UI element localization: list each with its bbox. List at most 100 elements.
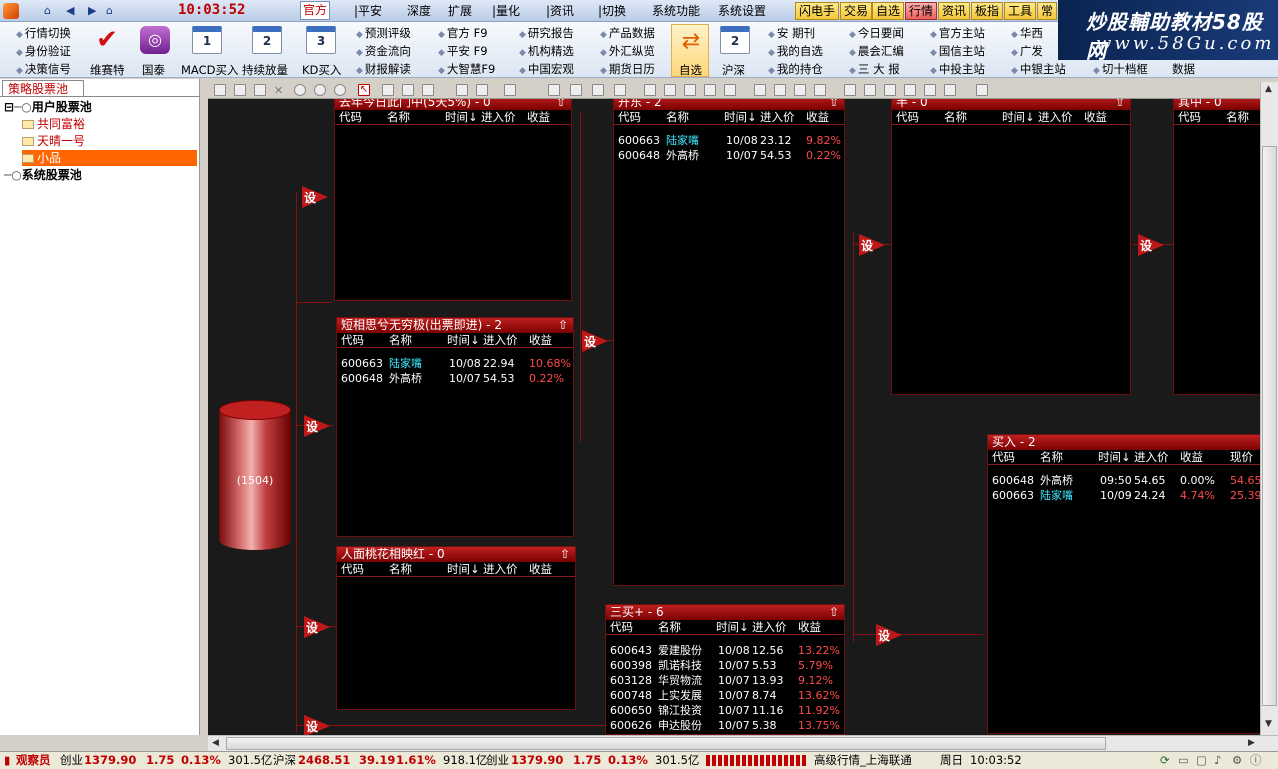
monitor-icon[interactable]: ▭ bbox=[1178, 752, 1189, 769]
toolbar-research-report[interactable]: ◆ 研究报告 bbox=[519, 25, 574, 41]
diamond-tool-icon[interactable] bbox=[614, 84, 626, 96]
table-row[interactable]: 600648 外高桥 09:50 54.65 0.00% 54.65 bbox=[988, 473, 1260, 488]
sound-icon[interactable]: ♪ bbox=[1214, 752, 1221, 769]
scroll-right-icon[interactable]: ▶ bbox=[1248, 738, 1255, 748]
table-row[interactable]: 600626 申达股份 10/07 5.38 13.75% bbox=[606, 718, 844, 733]
align-icon[interactable] bbox=[704, 84, 716, 96]
toolbar-today-news[interactable]: ◆ 今日要闻 bbox=[849, 25, 904, 41]
tool-icon[interactable] bbox=[422, 84, 434, 96]
status-index-name[interactable]: 创业 bbox=[486, 752, 509, 769]
align-icon[interactable] bbox=[644, 84, 656, 96]
pool-p6[interactable]: 半 - 0 ⇧ 代码 名称 时间↓ 进入价 收益 bbox=[891, 94, 1131, 395]
settings-flag[interactable]: 设 bbox=[302, 186, 328, 208]
toolbar-fund-flow[interactable]: ◆ 资金流向 bbox=[356, 43, 411, 59]
settings-flag[interactable]: 设 bbox=[876, 624, 902, 646]
toolbar-morning-meeting[interactable]: ◆ 晨会汇编 bbox=[849, 43, 904, 59]
stop-icon[interactable] bbox=[334, 84, 346, 96]
check-icon[interactable]: ✔ bbox=[92, 26, 122, 54]
menu-system-function[interactable]: 系统功能 bbox=[650, 3, 702, 19]
settings-flag[interactable]: 设 bbox=[304, 616, 330, 638]
toolbar-my-holdings[interactable]: ◆ 我的持仓 bbox=[768, 61, 823, 77]
table-row[interactable]: 600398 凯诺科技 10/07 5.53 5.79% bbox=[606, 658, 844, 673]
menu-guanfang[interactable]: 官方 bbox=[300, 1, 331, 20]
tree-item-common-prosperity[interactable]: 共同富裕 bbox=[22, 116, 85, 132]
toolbar-my-watchlist[interactable]: ◆ 我的自选 bbox=[768, 43, 823, 59]
rect-tool-icon[interactable] bbox=[570, 84, 582, 96]
pool-p2[interactable]: 短相思兮无穷极(出票即进) - 2 ⇧ 代码 名称 时间↓ 进入价 收益 600663 陆家… bbox=[336, 317, 574, 537]
distribute-icon[interactable] bbox=[774, 84, 786, 96]
vertical-scrollbar[interactable]: ▲ ▼ bbox=[1260, 82, 1278, 735]
scroll-down-icon[interactable]: ▼ bbox=[1265, 719, 1272, 729]
print-icon[interactable] bbox=[976, 84, 988, 96]
home-page-icon[interactable]: ⌂ bbox=[106, 3, 113, 19]
tab-watchlist[interactable]: 自选 bbox=[872, 2, 905, 20]
menu-system-settings[interactable]: 系统设置 bbox=[716, 3, 768, 19]
calendar-hushen-icon[interactable]: 2 bbox=[720, 26, 750, 54]
save-icon[interactable] bbox=[254, 84, 266, 96]
toolbar-decision-signal[interactable]: ◆ 决策信号 bbox=[16, 61, 71, 77]
scroll-up-icon[interactable]: ▲ bbox=[1265, 84, 1272, 94]
table-row[interactable]: 600650 锦江投资 10/07 11.16 11.92% bbox=[606, 703, 844, 718]
target-icon[interactable]: ◎ bbox=[140, 26, 170, 54]
tool-icon[interactable] bbox=[382, 84, 394, 96]
pool-p4[interactable]: 开东 - 2 ⇧ 代码 名称 时间↓ 进入价 收益 600663 陆家嘴 10/08 23.12… bbox=[613, 94, 845, 586]
table-row[interactable]: 600663 陆家嘴 10/08 22.94 10.68% bbox=[337, 356, 573, 371]
status-index-name[interactable]: 创业 bbox=[60, 752, 83, 769]
toolbar-china-macro[interactable]: ◆ 中国宏观 bbox=[519, 61, 574, 77]
calendar-3-icon[interactable]: 3 bbox=[306, 26, 336, 54]
stock-pool-cylinder[interactable]: (1504) bbox=[219, 400, 291, 560]
up-arrow-icon[interactable]: ⇧ bbox=[560, 547, 570, 562]
tree-system-pool[interactable]: ─○系统股票池 bbox=[4, 167, 82, 183]
pool-p5[interactable]: 三买+ - 6 ⇧ 代码 名称 时间↓ 进入价 收益 600643 爱建股份 10/08 12.… bbox=[605, 604, 845, 735]
panel-splitter[interactable] bbox=[200, 79, 208, 735]
tool-icon[interactable] bbox=[476, 84, 488, 96]
table-row[interactable]: 600648 外高桥 10/07 54.53 0.22% bbox=[614, 148, 844, 163]
pool-p8[interactable]: 其中 - 0 代码 名称 bbox=[1173, 94, 1260, 395]
tab-sectors[interactable]: 板指 bbox=[971, 2, 1004, 20]
arrow-tool-icon[interactable] bbox=[456, 84, 468, 96]
toolbar-official-site[interactable]: ◆ 官方主站 bbox=[930, 25, 985, 41]
vertical-scroll-thumb[interactable] bbox=[1262, 146, 1277, 706]
tree-item-xiaopin[interactable]: 小品 bbox=[22, 150, 197, 166]
toolbar-id-verify[interactable]: ◆ 身份验证 bbox=[16, 43, 71, 59]
settings-flag[interactable]: 设 bbox=[582, 330, 608, 352]
distribute-icon[interactable] bbox=[794, 84, 806, 96]
toolbar-zhongtou-site[interactable]: ◆ 中投主站 bbox=[930, 61, 985, 77]
toolbar-an-journal[interactable]: ◆ 安 期刊 bbox=[768, 25, 815, 41]
tab-flash-trade[interactable]: 闪电手 bbox=[795, 2, 840, 20]
tool-icon[interactable] bbox=[504, 84, 516, 96]
play-icon[interactable] bbox=[294, 84, 306, 96]
tree-expand-icon[interactable]: ⊟ bbox=[4, 100, 14, 114]
menu-kuozhan[interactable]: 扩展 bbox=[446, 3, 474, 19]
status-index-name[interactable]: 沪深 bbox=[273, 752, 296, 769]
layout-icon[interactable] bbox=[944, 84, 956, 96]
new-icon[interactable] bbox=[214, 84, 226, 96]
sustained-volume-button[interactable]: 持续放量 bbox=[242, 62, 288, 78]
tree-item-tianqing[interactable]: 天晴一号 bbox=[22, 133, 85, 149]
pause-icon[interactable] bbox=[314, 84, 326, 96]
settings-flag[interactable]: 设 bbox=[304, 415, 330, 437]
layout-icon[interactable] bbox=[904, 84, 916, 96]
tab-quotes[interactable]: 行情 bbox=[905, 2, 938, 20]
toolbar-huaxi[interactable]: ◆ 华西 bbox=[1011, 25, 1043, 41]
toolbar-forecast-rating[interactable]: ◆ 预测评级 bbox=[356, 25, 411, 41]
tab-news[interactable]: 资讯 bbox=[938, 2, 971, 20]
menu-qiehuan[interactable]: |切换 bbox=[596, 3, 628, 19]
status-feed[interactable]: 高级行情_上海联通 bbox=[814, 752, 912, 769]
toolbar-report-interpret[interactable]: ◆ 财报解读 bbox=[356, 61, 411, 77]
toolbar-zhongyin-site[interactable]: ◆ 中银主站 bbox=[1011, 61, 1066, 77]
up-arrow-icon[interactable]: ⇧ bbox=[829, 605, 839, 620]
settings-flag[interactable]: 设 bbox=[304, 715, 330, 735]
open-icon[interactable] bbox=[234, 84, 246, 96]
table-row[interactable]: 600643 爱建股份 10/08 12.56 13.22% bbox=[606, 643, 844, 658]
scroll-left-icon[interactable]: ◀ bbox=[212, 738, 219, 748]
layout-icon[interactable] bbox=[924, 84, 936, 96]
back-icon[interactable]: ◀ bbox=[66, 3, 74, 19]
menu-shendu[interactable]: 深度 bbox=[405, 3, 433, 19]
align-icon[interactable] bbox=[724, 84, 736, 96]
pool-p3[interactable]: 人面桃花相映红 - 0 ⇧ 代码 名称 时间↓ 进入价 收益 bbox=[336, 546, 576, 710]
hushen-button[interactable]: 沪深 bbox=[722, 62, 745, 78]
toolbar-quote-switch[interactable]: ◆ 行情切换 bbox=[16, 25, 71, 41]
toolbar-dzh-f9[interactable]: ◆ 大智慧F9 bbox=[438, 61, 495, 77]
toolbar-guangfa[interactable]: ◆ 广发 bbox=[1011, 43, 1043, 59]
